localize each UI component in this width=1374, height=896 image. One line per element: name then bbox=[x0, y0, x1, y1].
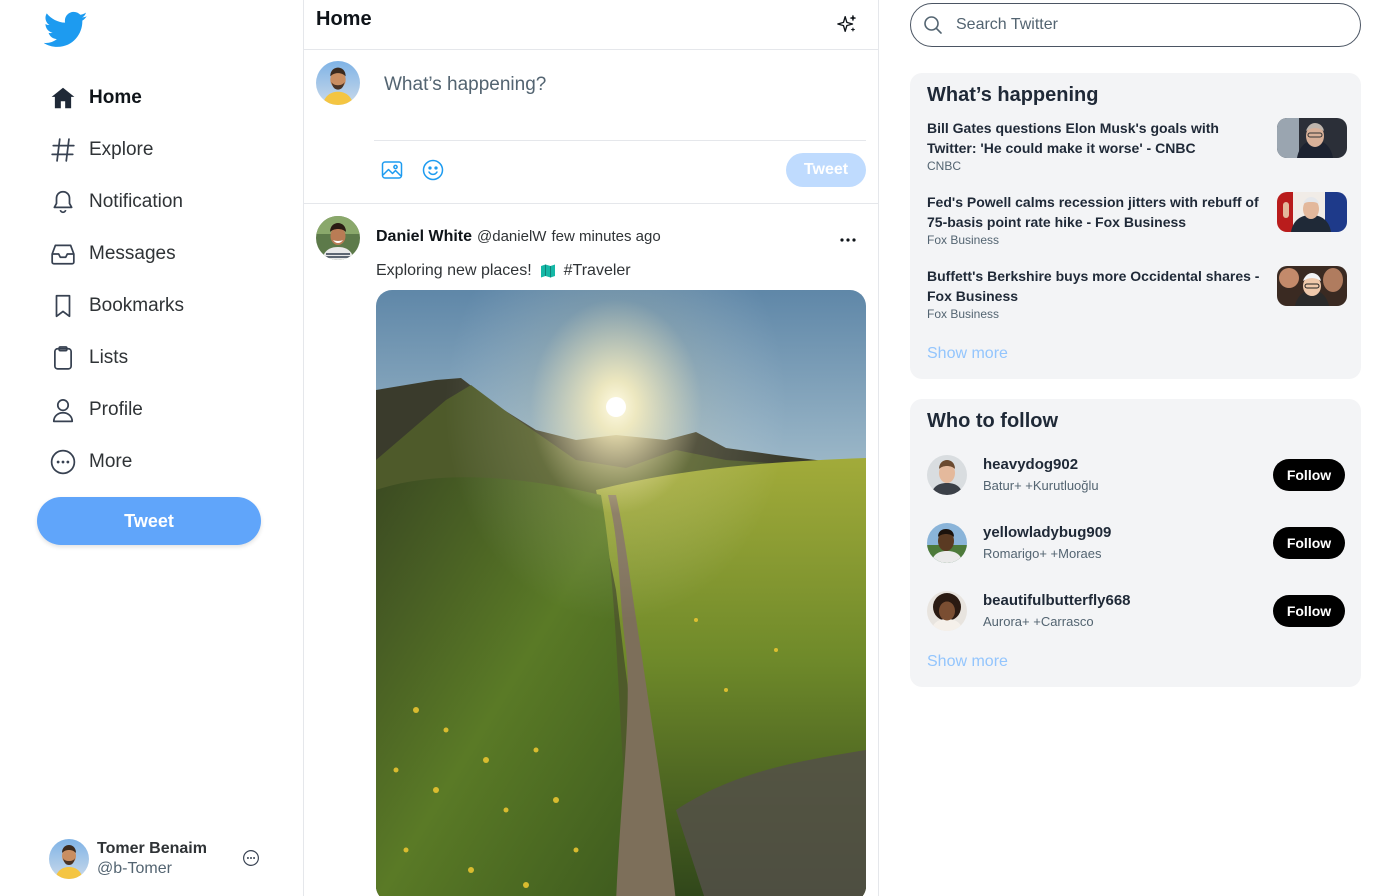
nav-label: Bookmarks bbox=[89, 295, 185, 316]
nav-item-bookmarks[interactable]: Bookmarks bbox=[48, 280, 184, 332]
nav-label: Notification bbox=[89, 191, 183, 212]
left-sidebar: Home Explore Notification Messages Bookm… bbox=[0, 0, 303, 896]
follow-suggestion[interactable]: heavydog902 Batur+ +Kurutluoğlu Follow bbox=[927, 453, 1345, 497]
avatar[interactable] bbox=[316, 216, 360, 260]
avatar bbox=[927, 591, 967, 631]
who-to-follow-panel: Who to follow heavydog902 Batur+ +Kurutl… bbox=[910, 399, 1361, 687]
trend-item[interactable]: Bill Gates questions Elon Musk's goals w… bbox=[927, 118, 1347, 178]
clipboard-icon bbox=[48, 343, 78, 373]
avatar bbox=[49, 839, 89, 879]
tweet-author[interactable]: Daniel White bbox=[376, 228, 472, 246]
more-horizontal-icon[interactable] bbox=[838, 230, 858, 250]
search-input[interactable] bbox=[956, 16, 1336, 34]
follow-subtitle: Romarigo+ +Moraes bbox=[983, 546, 1102, 561]
tweet-button[interactable]: Tweet bbox=[37, 497, 261, 545]
nav-item-home[interactable]: Home bbox=[48, 72, 184, 124]
panel-title: Who to follow bbox=[927, 410, 1059, 432]
follow-username: beautifulbutterfly668 bbox=[983, 592, 1131, 609]
twitter-bird-icon[interactable] bbox=[44, 11, 88, 49]
avatar bbox=[927, 523, 967, 563]
nav-item-profile[interactable]: Profile bbox=[48, 384, 184, 436]
main-timeline: Home What’s happening? Tweet Daniel Whit… bbox=[303, 0, 879, 896]
tweet-image[interactable] bbox=[376, 290, 866, 896]
follow-suggestion[interactable]: beautifulbutterfly668 Aurora+ +Carrasco … bbox=[927, 589, 1345, 633]
nav-item-explore[interactable]: Explore bbox=[48, 124, 184, 176]
nav-item-notification[interactable]: Notification bbox=[48, 176, 184, 228]
follow-username: yellowladybug909 bbox=[983, 524, 1112, 541]
tweet-header: Daniel White @danielW few minutes ago bbox=[376, 228, 661, 246]
main-nav: Home Explore Notification Messages Bookm… bbox=[48, 72, 184, 488]
trend-item[interactable]: Fed's Powell calms recession jitters wit… bbox=[927, 192, 1347, 252]
tweet-post: Daniel White @danielW few minutes ago Ex… bbox=[304, 204, 878, 896]
nav-item-lists[interactable]: Lists bbox=[48, 332, 184, 384]
page-title: Home bbox=[316, 8, 372, 30]
timeline-header: Home bbox=[304, 0, 878, 50]
nav-label: Home bbox=[89, 87, 142, 108]
nav-label: Messages bbox=[89, 243, 176, 264]
follow-username: heavydog902 bbox=[983, 456, 1079, 473]
nav-item-more[interactable]: More bbox=[48, 436, 184, 488]
emoji-icon[interactable] bbox=[421, 158, 445, 182]
tweet-text: Exploring new places! #Traveler bbox=[376, 262, 631, 280]
hashtag-icon bbox=[48, 135, 78, 165]
trend-source: Fox Business bbox=[927, 307, 1000, 321]
account-handle: @b-Tomer bbox=[97, 860, 172, 877]
whats-happening-panel: What’s happening Bill Gates questions El… bbox=[910, 73, 1361, 379]
tweet-composer: What’s happening? Tweet bbox=[304, 50, 878, 204]
map-emoji-icon bbox=[540, 264, 555, 278]
inbox-icon bbox=[48, 239, 78, 269]
bookmark-icon bbox=[48, 291, 78, 321]
tweet-time: few minutes ago bbox=[551, 228, 661, 245]
bell-icon bbox=[48, 187, 78, 217]
composer-divider bbox=[374, 140, 866, 141]
trend-thumbnail bbox=[1277, 266, 1347, 306]
tweet-body: Exploring new places! bbox=[376, 262, 532, 279]
trend-headline: Fed's Powell calms recession jitters wit… bbox=[927, 194, 1259, 230]
nav-label: Explore bbox=[89, 139, 154, 160]
sparkle-icon[interactable] bbox=[836, 13, 858, 35]
trend-thumbnail bbox=[1277, 118, 1347, 158]
tweet-hashtag[interactable]: #Traveler bbox=[564, 262, 631, 280]
panel-title: What’s happening bbox=[927, 84, 1099, 106]
compose-input[interactable]: What’s happening? bbox=[384, 74, 546, 96]
nav-label: Profile bbox=[89, 399, 143, 420]
search-bar[interactable] bbox=[910, 3, 1361, 47]
account-name: Tomer Benaim bbox=[97, 840, 207, 857]
user-icon bbox=[48, 395, 78, 425]
account-more-icon[interactable] bbox=[242, 849, 260, 867]
search-icon bbox=[924, 16, 942, 34]
trend-source: CNBC bbox=[927, 159, 962, 173]
account-names: Tomer Benaim @b-Tomer bbox=[97, 840, 207, 878]
tweet-handle[interactable]: @danielW bbox=[477, 228, 546, 245]
follow-subtitle: Batur+ +Kurutluoğlu bbox=[983, 478, 1099, 493]
trend-source: Fox Business bbox=[927, 233, 1000, 247]
nav-item-messages[interactable]: Messages bbox=[48, 228, 184, 280]
follow-button[interactable]: Follow bbox=[1273, 595, 1345, 627]
follow-subtitle: Aurora+ +Carrasco bbox=[983, 614, 1094, 629]
trend-headline: Bill Gates questions Elon Musk's goals w… bbox=[927, 120, 1219, 156]
follow-suggestion[interactable]: yellowladybug909 Romarigo+ +Moraes Follo… bbox=[927, 521, 1345, 565]
follow-show-more-link[interactable]: Show more bbox=[927, 653, 1008, 671]
trend-headline: Buffett's Berkshire buys more Occidental… bbox=[927, 268, 1260, 304]
account-switcher[interactable]: Tomer Benaim @b-Tomer bbox=[49, 837, 279, 881]
image-icon[interactable] bbox=[380, 158, 404, 182]
trends-show-more-link[interactable]: Show more bbox=[927, 345, 1008, 363]
follow-button[interactable]: Follow bbox=[1273, 459, 1345, 491]
home-icon bbox=[48, 83, 78, 113]
trend-thumbnail bbox=[1277, 192, 1347, 232]
avatar bbox=[316, 61, 360, 105]
follow-button[interactable]: Follow bbox=[1273, 527, 1345, 559]
nav-label: Lists bbox=[89, 347, 129, 368]
avatar bbox=[927, 455, 967, 495]
trend-item[interactable]: Buffett's Berkshire buys more Occidental… bbox=[927, 266, 1347, 326]
compose-tweet-button[interactable]: Tweet bbox=[786, 153, 866, 187]
nav-label: More bbox=[89, 451, 133, 472]
more-circle-icon bbox=[48, 447, 78, 477]
